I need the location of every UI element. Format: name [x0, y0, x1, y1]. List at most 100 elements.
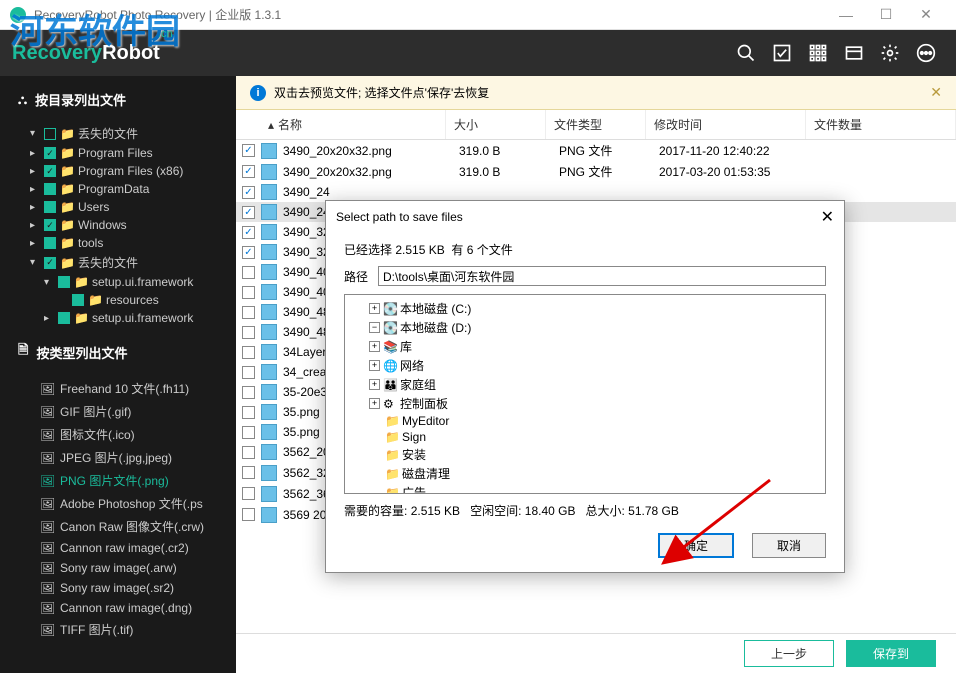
type-item[interactable]: 🖼TIFF 图片(.tif) — [0, 618, 236, 641]
expand-icon[interactable]: ▸ — [30, 184, 40, 195]
folder-tree-item[interactable]: +💽本地磁盘 (C:) — [349, 299, 821, 318]
checkbox[interactable] — [242, 508, 255, 521]
expand-icon[interactable]: − — [369, 322, 380, 333]
checkbox[interactable] — [242, 346, 255, 359]
checkbox[interactable] — [242, 426, 255, 439]
tree-item[interactable]: ▸✓📁Program Files (x86) — [0, 162, 236, 180]
checkbox[interactable] — [242, 386, 255, 399]
type-item[interactable]: 🖼PNG 图片文件(.png) — [0, 469, 236, 492]
expand-icon[interactable]: ▸ — [30, 220, 40, 231]
type-item[interactable]: 🖼Sony raw image(.arw) — [0, 558, 236, 578]
checkbox[interactable] — [44, 183, 56, 195]
list-icon[interactable] — [836, 35, 872, 71]
folder-tree-item[interactable]: 📁MyEditor — [349, 413, 821, 429]
folder-tree-item[interactable]: 📁磁盘清理 — [349, 464, 821, 483]
expand-icon[interactable]: ▾ — [44, 277, 54, 288]
tree-item[interactable]: ▸✓📁Program Files — [0, 144, 236, 162]
file-row[interactable]: 3490_24 — [236, 182, 956, 202]
col-count[interactable]: 文件数量 — [806, 110, 956, 139]
expand-icon[interactable]: ▸ — [30, 238, 40, 249]
type-item[interactable]: 🖼Canon Raw 图像文件(.crw) — [0, 515, 236, 538]
col-name[interactable]: ▴ 名称 — [236, 110, 446, 139]
checkbox[interactable] — [242, 466, 255, 479]
path-input[interactable] — [378, 266, 826, 286]
expand-icon[interactable]: ▸ — [30, 202, 40, 213]
tree-item[interactable]: ▸📁ProgramData — [0, 180, 236, 198]
checkbox[interactable] — [242, 487, 255, 500]
checkbox[interactable] — [242, 266, 255, 279]
folder-tree-item[interactable]: +🌐网络 — [349, 356, 821, 375]
checkbox[interactable] — [72, 294, 84, 306]
type-item[interactable]: 🖼Adobe Photoshop 文件(.ps — [0, 492, 236, 515]
folder-tree[interactable]: +💽本地磁盘 (C:)−💽本地磁盘 (D:)+📚库+🌐网络+👪家庭组+⚙控制面板… — [344, 294, 826, 494]
expand-icon[interactable]: ▾ — [30, 257, 40, 268]
file-row[interactable]: 3490_20x20x32.png319.0 BPNG 文件2017-11-20… — [236, 140, 956, 161]
expand-icon[interactable]: + — [369, 303, 380, 314]
checkbox[interactable] — [242, 446, 255, 459]
checkbox[interactable]: ✓ — [44, 257, 56, 269]
checkbox[interactable]: ✓ — [44, 219, 56, 231]
type-item[interactable]: 🖼Freehand 10 文件(.fh11) — [0, 377, 236, 400]
tree-item[interactable]: ▸📁tools — [0, 234, 236, 252]
checkbox[interactable] — [44, 237, 56, 249]
search-icon[interactable] — [728, 35, 764, 71]
file-row[interactable]: 3490_20x20x32.png319.0 BPNG 文件2017-03-20… — [236, 161, 956, 182]
cancel-button[interactable]: 取消 — [752, 533, 826, 558]
folder-tree-item[interactable]: +⚙控制面板 — [349, 394, 821, 413]
expand-icon[interactable]: ▾ — [30, 128, 40, 139]
folder-tree-item[interactable]: 📁广告 — [349, 483, 821, 494]
col-date[interactable]: 修改时间 — [646, 110, 806, 139]
tree-item[interactable]: ▸📁Users — [0, 198, 236, 216]
type-item[interactable]: 🖼Cannon raw image(.cr2) — [0, 538, 236, 558]
checkbox[interactable] — [242, 326, 255, 339]
expand-icon[interactable]: ▸ — [44, 313, 54, 324]
col-size[interactable]: 大小 — [446, 110, 546, 139]
checkbox[interactable] — [242, 286, 255, 299]
checkbox[interactable] — [242, 144, 255, 157]
checkbox[interactable]: ■ — [44, 128, 56, 140]
type-item[interactable]: 🖼Sony raw image(.sr2) — [0, 578, 236, 598]
type-item[interactable]: 🖼Cannon raw image(.dng) — [0, 598, 236, 618]
folder-tree-item[interactable]: −💽本地磁盘 (D:) — [349, 318, 821, 337]
checkbox[interactable] — [242, 226, 255, 239]
expand-icon[interactable]: ▸ — [30, 166, 40, 177]
save-button[interactable]: 保存到 — [846, 640, 936, 667]
checkbox[interactable]: ✓ — [44, 147, 56, 159]
tree-item[interactable]: ▸✓📁Windows — [0, 216, 236, 234]
close-button[interactable]: ✕ — [906, 0, 946, 30]
checkbox[interactable] — [242, 306, 255, 319]
grid-icon[interactable] — [800, 35, 836, 71]
checkbox[interactable] — [242, 186, 255, 199]
tree-item[interactable]: ▾✓📁丢失的文件 — [0, 252, 236, 273]
folder-tree-item[interactable]: 📁Sign — [349, 429, 821, 445]
expand-icon[interactable]: + — [369, 398, 380, 409]
prev-button[interactable]: 上一步 — [744, 640, 834, 667]
check-icon[interactable] — [764, 35, 800, 71]
more-icon[interactable] — [908, 35, 944, 71]
tree-item[interactable]: ▸📁setup.ui.framework — [0, 309, 236, 327]
dialog-close-icon[interactable]: ✕ — [821, 207, 834, 227]
checkbox[interactable]: ✓ — [44, 165, 56, 177]
checkbox[interactable] — [242, 165, 255, 178]
folder-tree-item[interactable]: +👪家庭组 — [349, 375, 821, 394]
checkbox[interactable] — [242, 246, 255, 259]
folder-tree-item[interactable]: 📁安装 — [349, 445, 821, 464]
expand-icon[interactable]: ▸ — [30, 148, 40, 159]
tree-item[interactable]: 📁resources — [0, 291, 236, 309]
maximize-button[interactable]: ☐ — [866, 0, 906, 30]
settings-icon[interactable] — [872, 35, 908, 71]
col-type[interactable]: 文件类型 — [546, 110, 646, 139]
type-item[interactable]: 🖼JPEG 图片(.jpg,jpeg) — [0, 446, 236, 469]
type-item[interactable]: 🖼GIF 图片(.gif) — [0, 400, 236, 423]
notice-close-icon[interactable]: ✕ — [930, 84, 942, 101]
folder-tree-item[interactable]: +📚库 — [349, 337, 821, 356]
checkbox[interactable] — [242, 406, 255, 419]
checkbox[interactable] — [58, 276, 70, 288]
tree-item[interactable]: ▾■📁丢失的文件 — [0, 123, 236, 144]
tree-item[interactable]: ▾📁setup.ui.framework — [0, 273, 236, 291]
checkbox[interactable] — [242, 366, 255, 379]
type-item[interactable]: 🖼图标文件(.ico) — [0, 423, 236, 446]
minimize-button[interactable]: — — [826, 0, 866, 30]
ok-button[interactable]: 确定 — [658, 533, 734, 558]
expand-icon[interactable]: + — [369, 341, 380, 352]
